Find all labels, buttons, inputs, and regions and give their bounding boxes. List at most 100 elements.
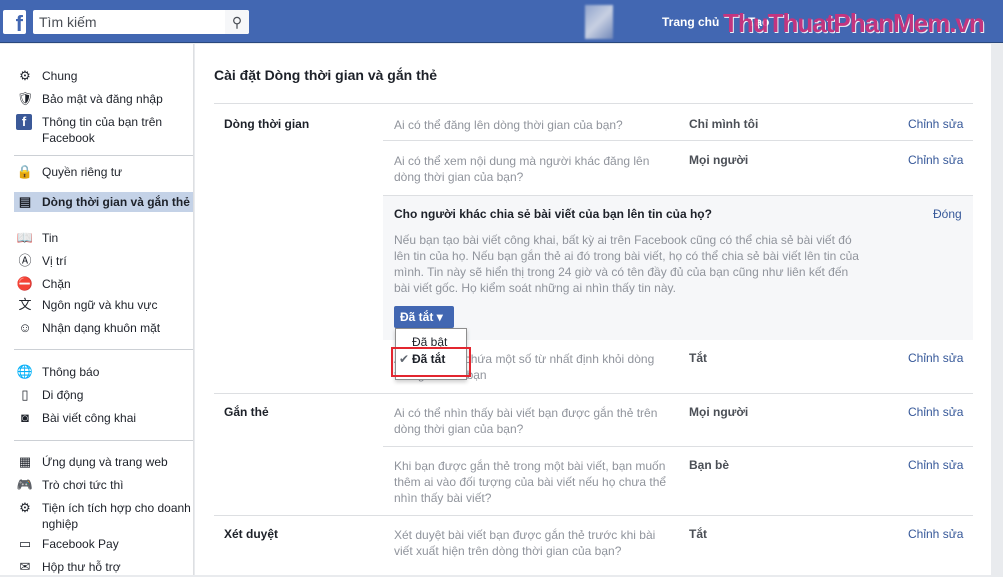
page-title: Cài đặt Dòng thời gian và gắn thẻ bbox=[214, 67, 438, 83]
sidebar-item[interactable]: ▭ Facebook Pay bbox=[14, 534, 193, 554]
sidebar-item[interactable]: 🌐 Thông báo bbox=[14, 362, 193, 382]
sidebar-item-label: Thông báo bbox=[42, 365, 100, 379]
sidebar-item[interactable]: 🔒 Quyền riêng tư bbox=[14, 162, 193, 182]
edit-link[interactable]: Chỉnh sửa bbox=[908, 405, 963, 419]
sidebar-item-label: Facebook Pay bbox=[42, 537, 119, 551]
divider bbox=[214, 515, 973, 516]
rss-icon: ◙ bbox=[21, 410, 29, 425]
sidebar-item-label: Ứng dụng và trang web bbox=[42, 455, 168, 469]
edit-link[interactable]: Chỉnh sửa bbox=[908, 153, 963, 167]
settings-panel: Cài đặt Dòng thời gian và gắn thẻ Dòng t… bbox=[195, 44, 991, 575]
edit-link[interactable]: Chỉnh sửa bbox=[908, 527, 963, 541]
setting-value: Chỉ mình tôi bbox=[689, 117, 759, 131]
sidebar-item[interactable]: ▦ Ứng dụng và trang web bbox=[14, 452, 193, 472]
edit-link[interactable]: Chỉnh sửa bbox=[908, 117, 963, 131]
setting-value: Bạn bè bbox=[689, 458, 730, 472]
dropdown-value: Đã tắt bbox=[400, 310, 434, 324]
sidebar-item-label: Bài viết công khai bbox=[42, 411, 137, 425]
sidebar-item-label: Di động bbox=[42, 388, 84, 402]
share-setting-dropdown[interactable]: Đã tắt ▾ bbox=[394, 306, 454, 328]
edit-link[interactable]: Chỉnh sửa bbox=[908, 458, 963, 472]
sidebar-item-label: Ngôn ngữ và khu vực bbox=[42, 298, 158, 312]
settings-sidebar: ⚙ Chung 🛡 Bảo mật và đăng nhập f Thông tin củ… bbox=[0, 44, 194, 575]
sidebar-item-label: Quyền riêng tư bbox=[42, 165, 123, 179]
edit-link[interactable]: Chỉnh sửa bbox=[908, 351, 963, 365]
book-icon: 📖 bbox=[16, 230, 34, 245]
home-link[interactable]: Trang chủ bbox=[662, 15, 719, 29]
setting-question: Ai có thể xem nội dung mà người khác đăn… bbox=[394, 154, 650, 184]
sidebar-item[interactable]: 🎮 Trò chơi tức thì bbox=[14, 475, 193, 495]
language-icon: 文 bbox=[18, 297, 32, 312]
lock-icon: 🔒 bbox=[16, 164, 34, 179]
facebook-icon: f bbox=[16, 114, 32, 130]
sidebar-item-label: Tin bbox=[42, 231, 59, 245]
sidebar-item[interactable]: ▤ Dòng thời gian và gắn thẻ bbox=[14, 192, 193, 212]
mobile-icon: ▯ bbox=[21, 387, 29, 402]
block-icon: ⛔ bbox=[16, 276, 34, 291]
facebook-logo-icon[interactable]: f bbox=[3, 10, 26, 34]
sidebar-item[interactable]: ◙ Bài viết công khai bbox=[14, 408, 193, 428]
sidebar-item-label: Chung bbox=[42, 69, 78, 83]
gamepad-icon: 🎮 bbox=[16, 477, 34, 492]
location-icon: Ⓐ bbox=[18, 253, 32, 268]
caret-down-icon: ▾ bbox=[436, 310, 443, 324]
expanded-setting: Cho người khác chia sẻ bài viết của bạn … bbox=[383, 196, 973, 340]
sidebar-item[interactable]: ⚙ Chung bbox=[14, 66, 193, 86]
sidebar-item-label: Dòng thời gian và gắn thẻ bbox=[42, 195, 190, 209]
search-input[interactable]: Tìm kiếm bbox=[33, 10, 249, 34]
sidebar-divider bbox=[14, 155, 193, 156]
timeline-icon: ▤ bbox=[18, 194, 32, 209]
divider bbox=[214, 393, 973, 394]
setting-question: Khi bạn được gắn thẻ trong một bài viết,… bbox=[394, 459, 667, 505]
sidebar-item[interactable]: 🛡 Bảo mật và đăng nhập bbox=[14, 89, 193, 109]
sidebar-item[interactable]: 文 Ngôn ngữ và khu vực bbox=[14, 295, 193, 315]
setting-value: Tắt bbox=[689, 351, 707, 365]
sidebar-item[interactable]: ✉ Hộp thư hỗ trợ bbox=[14, 557, 193, 577]
gear-icon: ⚙ bbox=[19, 68, 31, 83]
section-review: Xét duyệt bbox=[224, 527, 279, 541]
setting-value: Mọi người bbox=[689, 153, 749, 167]
setting-question: Ai có thể nhìn thấy bài viết bạn được gắ… bbox=[394, 406, 658, 436]
sidebar-item[interactable]: ⛔ Chặn bbox=[14, 274, 193, 294]
expanded-description: Nếu bạn tạo bài viết công khai, bất kỳ a… bbox=[394, 233, 859, 295]
close-link[interactable]: Đóng bbox=[933, 207, 962, 221]
inbox-icon: ✉ bbox=[19, 559, 31, 574]
section-timeline: Dòng thời gian bbox=[224, 117, 310, 131]
sidebar-divider bbox=[14, 349, 193, 350]
divider bbox=[383, 446, 973, 447]
business-icon: ⚙ bbox=[19, 500, 31, 515]
shield-icon: 🛡 bbox=[16, 91, 34, 106]
sidebar-item-label: Tiện ích tích hợp cho doanh nghiệp bbox=[42, 501, 191, 531]
avatar[interactable] bbox=[585, 5, 613, 39]
sidebar-item-label: Chặn bbox=[42, 277, 71, 291]
sidebar-item-label: Hộp thư hỗ trợ bbox=[42, 560, 121, 574]
top-bar: f Tìm kiếm ⚲ Trang chủ Tạo ThuThuatPhanM… bbox=[0, 0, 1003, 43]
sidebar-item-label: Thông tin của bạn trên Facebook bbox=[42, 115, 163, 145]
card-icon: ▭ bbox=[18, 536, 32, 551]
highlight-box bbox=[391, 347, 471, 377]
divider bbox=[383, 140, 973, 141]
sidebar-item[interactable]: ☺ Nhận dạng khuôn mặt bbox=[14, 318, 193, 338]
setting-question: Ai có thể đăng lên dòng thời gian của bạ… bbox=[394, 118, 623, 132]
sidebar-item-label: Vị trí bbox=[42, 254, 67, 268]
divider bbox=[214, 103, 973, 104]
search-icon[interactable]: ⚲ bbox=[225, 10, 249, 34]
section-tagging: Gắn thẻ bbox=[224, 405, 269, 419]
sidebar-item[interactable]: ▯ Di động bbox=[14, 385, 193, 405]
expanded-question: Cho người khác chia sẻ bài viết của bạn … bbox=[394, 207, 712, 221]
setting-value: Tắt bbox=[689, 527, 707, 541]
setting-question: Xét duyệt bài viết bạn được gắn thẻ trướ… bbox=[394, 528, 656, 558]
apps-icon: ▦ bbox=[18, 454, 32, 469]
sidebar-item-label: Nhận dạng khuôn mặt bbox=[42, 321, 161, 335]
globe-icon: 🌐 bbox=[16, 364, 34, 379]
setting-value: Mọi người bbox=[689, 405, 749, 419]
sidebar-item[interactable]: ⚙ Tiện ích tích hợp cho doanh nghiệp bbox=[14, 498, 193, 534]
sidebar-item-label: Trò chơi tức thì bbox=[42, 478, 124, 492]
sidebar-item[interactable]: f Thông tin của bạn trên Facebook bbox=[14, 112, 193, 148]
watermark: ThuThuatPhanMem.vn bbox=[723, 8, 985, 38]
face-icon: ☺ bbox=[18, 320, 32, 335]
sidebar-item-label: Bảo mật và đăng nhập bbox=[42, 92, 163, 106]
sidebar-divider bbox=[14, 440, 193, 441]
sidebar-item[interactable]: Ⓐ Vị trí bbox=[14, 251, 193, 271]
sidebar-item[interactable]: 📖 Tin bbox=[14, 228, 193, 248]
